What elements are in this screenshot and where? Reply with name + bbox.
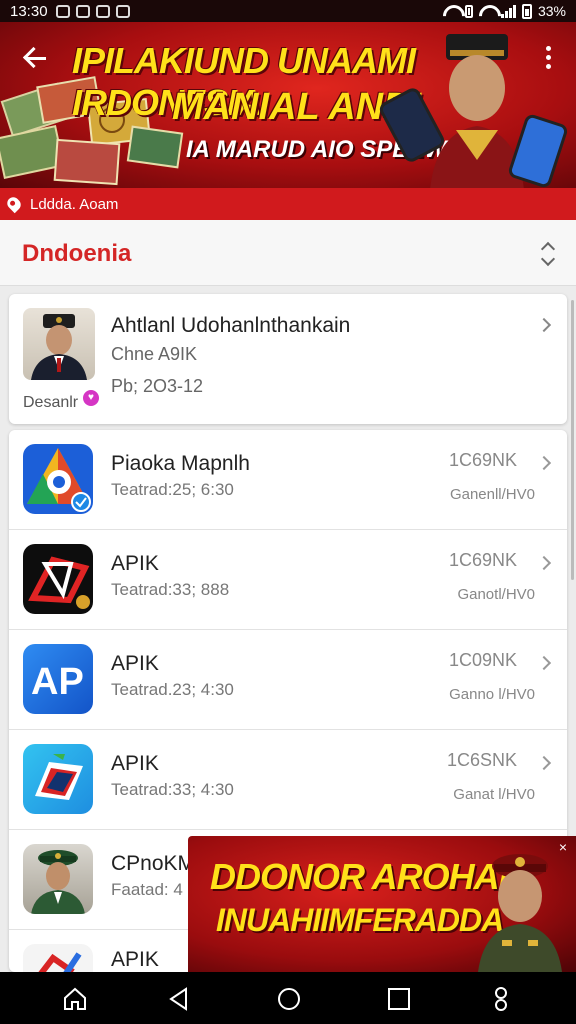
- promo-subheadline: INUAHIIMFERADDA: [216, 902, 504, 938]
- notification-icon: [115, 4, 130, 18]
- notification-icon: [55, 4, 70, 18]
- app-tag: Ganno l/HV0: [449, 686, 535, 703]
- app-meta: Faatad: 4: [111, 880, 183, 899]
- app-name: APIK: [111, 652, 159, 675]
- officer-portrait-icon: [31, 314, 87, 380]
- vibrate-icon: [464, 4, 473, 18]
- apik-dark-icon: [23, 544, 93, 614]
- accessibility-icon[interactable]: [488, 986, 514, 1012]
- app-list-item[interactable]: AP APIK Teatrad.23; 4:30 1C09NK Ganno l/…: [9, 630, 567, 730]
- apik-white-icon: [23, 944, 93, 972]
- back-icon[interactable]: [166, 986, 192, 1012]
- app-meta: Teatrad:33; 4:30: [111, 780, 234, 799]
- back-button[interactable]: [22, 44, 52, 74]
- chevron-right-icon[interactable]: [536, 555, 552, 571]
- featured-app-card[interactable]: Ahtlanl Udohanlnthankain Chne A9IK Pb; 2…: [9, 294, 567, 424]
- app-tag: Ganotl/HV0: [457, 586, 535, 603]
- chevron-right-icon[interactable]: [536, 755, 552, 771]
- ap-blue-icon: AP: [23, 644, 93, 714]
- system-navigation-bar: [0, 972, 576, 1024]
- apik-cyan-icon: [23, 744, 93, 814]
- status-time: 13:30: [10, 2, 48, 20]
- app-name: APIK: [111, 752, 159, 775]
- notification-icon: [95, 4, 110, 18]
- hero-banner[interactable]: IPILAKIUND UNAAMI IRDONFSIA MANIAL ANDI …: [0, 22, 576, 188]
- svg-text:AP: AP: [31, 661, 84, 703]
- promo-person-illustration: [478, 854, 562, 972]
- app-list-item[interactable]: APIK Teatrad:33; 888 1C69NK Ganotl/HV0: [9, 530, 567, 630]
- section-header: Dndoenia: [0, 220, 576, 286]
- app-meta: Teatrad:25; 6:30: [111, 480, 234, 499]
- chevron-right-icon[interactable]: [536, 455, 552, 471]
- app-size: 1C69NK: [448, 450, 517, 470]
- app-size: 1C09NK: [448, 650, 517, 670]
- notification-icon: [75, 4, 90, 18]
- chevron-right-icon[interactable]: [536, 655, 552, 671]
- featured-app-subtitle: Chne A9IK: [111, 344, 198, 364]
- featured-app-info: Pb; 2O3-12: [111, 376, 204, 396]
- featured-app-developer: Desanlr: [23, 394, 79, 411]
- app-tag: Ganat l/HV0: [453, 786, 535, 803]
- app-list-item[interactable]: Piaoka Mapnlh Teatrad:25; 6:30 1C69NK Ga…: [9, 430, 567, 530]
- app-tag: Ganenll/HV0: [449, 486, 535, 503]
- recent-apps-icon[interactable]: [386, 986, 412, 1012]
- wifi-icon: [479, 5, 495, 17]
- app-name: Piaoka Mapnlh: [111, 452, 250, 475]
- section-title: Dndoenia: [22, 240, 132, 267]
- app-name: APIK: [111, 552, 159, 575]
- app-list-item[interactable]: APIK Teatrad:33; 4:30 1C6SNK Ganat l/HV0: [9, 730, 567, 830]
- battery-icon: [521, 3, 532, 19]
- home-icon[interactable]: [62, 986, 88, 1012]
- featured-app-title: Ahtlanl Udohanlnthankain: [111, 314, 351, 337]
- location-pin-icon: [4, 194, 24, 214]
- chevron-right-icon[interactable]: [536, 317, 552, 333]
- expand-collapse-icon[interactable]: [542, 244, 552, 264]
- app-size: 1C6SNK: [446, 750, 517, 770]
- home-circle-icon[interactable]: [276, 986, 302, 1012]
- category-strip-label: Lddda. Aoam: [30, 195, 119, 213]
- app-meta: Teatrad:33; 888: [111, 580, 230, 599]
- status-indicators: 33%: [443, 3, 566, 19]
- map-app-icon: [23, 444, 93, 514]
- featured-app-avatar: [23, 308, 95, 380]
- wifi-icon: [443, 5, 459, 17]
- scrollbar[interactable]: [571, 300, 574, 580]
- signal-icon: [500, 4, 516, 18]
- app-name: APIK: [111, 948, 159, 971]
- officer-icon: [23, 844, 93, 914]
- promo-banner[interactable]: DDONOR AROHAN INUAHIIMFERADDA ×: [188, 836, 576, 972]
- app-size: 1C69NK: [448, 550, 517, 570]
- heart-badge-icon: ♥: [83, 390, 99, 406]
- close-icon[interactable]: ×: [556, 840, 570, 854]
- battery-percent: 33%: [537, 3, 566, 19]
- status-bar: 13:30 33%: [0, 0, 576, 22]
- app-name: CPnoKM: [111, 852, 196, 875]
- app-meta: Teatrad.23; 4:30: [111, 680, 234, 699]
- category-strip[interactable]: Lddda. Aoam: [0, 188, 576, 220]
